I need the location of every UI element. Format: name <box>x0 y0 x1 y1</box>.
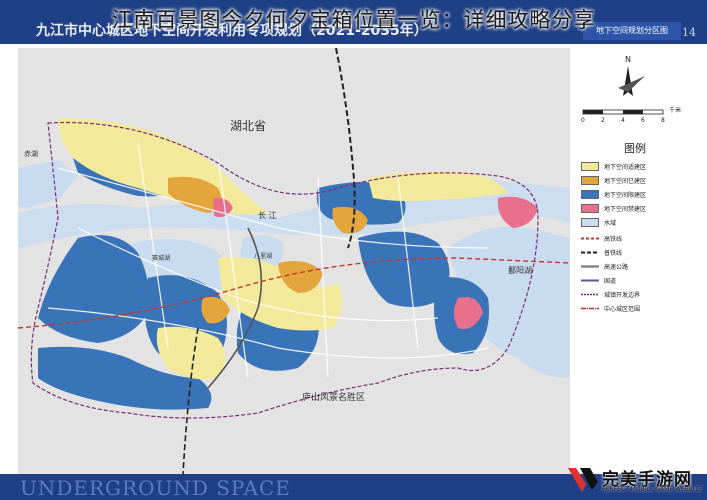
legend-swatch <box>581 161 599 171</box>
legend-line-national-road <box>581 279 599 281</box>
legend-item-city-range: 中心城区范围 <box>581 302 640 314</box>
watermark-tagline: PERFECT MOBILE GAME WEBSITE <box>602 486 702 493</box>
planning-map: 湖北省 赤湖 长 江 鄱阳湖 赛城湖 八里湖 庐山风景名胜区 <box>17 47 571 475</box>
label-balihu: 八里湖 <box>254 252 272 260</box>
north-letter: N <box>625 55 631 64</box>
legend-item-hsr: 高铁线 <box>581 232 622 244</box>
legend-line-expressway <box>581 264 599 268</box>
scale-tick-8: 8 <box>661 117 665 124</box>
label-lushan: 庐山风景名胜区 <box>302 391 365 403</box>
legend-item-national-road: 国道 <box>581 274 616 286</box>
legend-item-pink: 地下空间禁建区 <box>581 202 646 214</box>
overlay-title: 江南百景图今夕何夕宝箱位置一览：详细攻略分享 <box>111 8 596 32</box>
legend-item-orange: 地下空间已建区 <box>581 174 646 186</box>
legend-panel: N 0 2 4 6 8 千米 图例 地下空间适建区 地下空间已建区 地下空间限建… <box>573 48 697 474</box>
site-logo-icon <box>568 468 598 492</box>
label-saicheng: 赛城湖 <box>152 254 170 262</box>
legend-item-water: 水域 <box>581 216 616 228</box>
site-watermark: 完美手游网 PERFECT MOBILE GAME WEBSITE <box>566 462 702 496</box>
compass-and-scale: N 0 2 4 6 8 千米 <box>581 55 681 124</box>
legend-line-hsr <box>581 237 599 239</box>
scale-unit: 千米 <box>669 106 681 114</box>
label-chibi: 赤湖 <box>24 149 38 158</box>
legend-swatch <box>581 189 599 199</box>
label-hubei: 湖北省 <box>230 118 266 133</box>
scale-tick-6: 6 <box>641 117 645 124</box>
legend-swatch <box>581 217 599 227</box>
scale-tick-4: 4 <box>621 117 625 124</box>
legend-line-railway <box>581 251 599 253</box>
legend-item-dev-boundary: 城镇开发边界 <box>581 288 640 300</box>
legend-swatch <box>581 175 599 185</box>
legend-line-dev-boundary <box>581 293 599 295</box>
legend-item-yellow: 地下空间适建区 <box>581 160 646 172</box>
legend-item-expressway: 高速公路 <box>581 260 628 272</box>
label-changjiang: 长 江 <box>258 210 277 220</box>
legend-swatch <box>581 203 599 213</box>
scale-tick-2: 2 <box>601 117 605 124</box>
legend-line-city-range <box>581 307 599 309</box>
legend-item-blue: 地下空间限建区 <box>581 188 646 200</box>
legend-item-railway: 普铁线 <box>581 246 622 258</box>
label-poyang: 鄱阳湖 <box>508 266 532 275</box>
footer-english: UNDERGROUND SPACE <box>20 476 291 500</box>
scale-tick-0: 0 <box>581 117 585 124</box>
legend-title: 图例 <box>624 142 646 155</box>
